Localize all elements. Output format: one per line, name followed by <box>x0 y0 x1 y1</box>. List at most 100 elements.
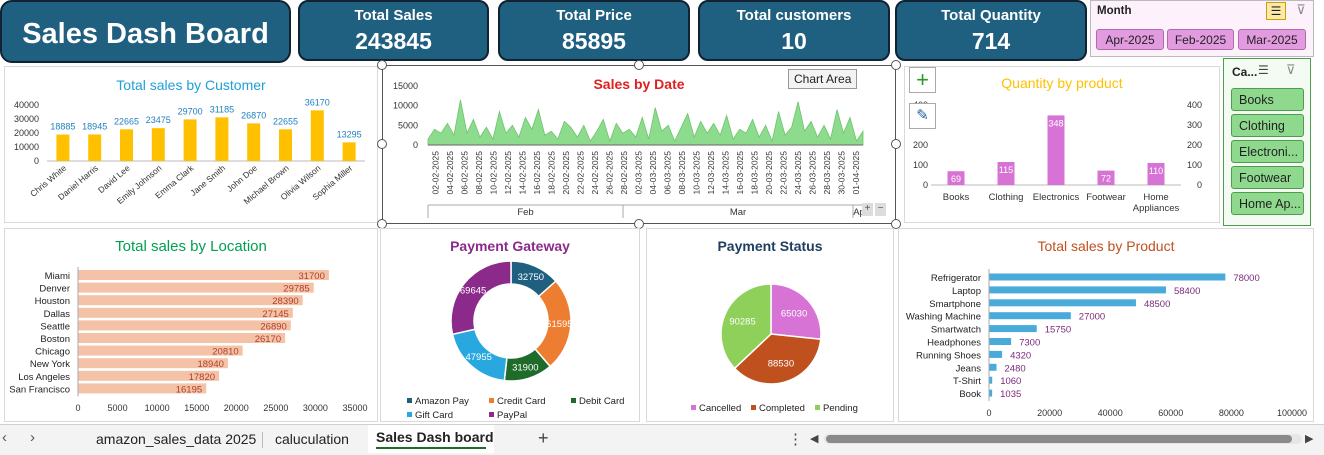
quantity-by-product-card[interactable]: Quantity by product 01002003004000100200… <box>904 66 1220 223</box>
data-label: 20810 <box>212 347 238 358</box>
x-tick-label: 0 <box>75 403 80 413</box>
month-option-mar[interactable]: Mar-2025 <box>1238 29 1306 50</box>
customer-sales-card[interactable]: Total sales by Customer 0 10000 20000 30000… <box>4 66 378 223</box>
data-label: 17820 <box>189 372 215 383</box>
category-option-home-appliances[interactable]: Home Ap... <box>1231 192 1304 215</box>
horizontal-scroll-left-icon[interactable]: ◀ <box>810 432 818 445</box>
x-tick-label: 01-04-2025 <box>851 151 861 195</box>
y-tick-label: Seattle <box>40 321 70 332</box>
chart-elements-button[interactable]: + <box>909 67 936 93</box>
bar <box>215 117 229 161</box>
y-tick-label: Miami <box>45 271 70 282</box>
y-tick-label: 10000 <box>14 142 39 152</box>
bar <box>342 142 356 161</box>
field-collapse-button[interactable]: − <box>875 203 886 216</box>
kpi-value: 85895 <box>562 28 626 54</box>
product-sales-card[interactable]: Total sales by Product Refrigerator 78000… <box>898 228 1314 422</box>
legend-swatch <box>751 405 756 410</box>
data-label: 61595 <box>546 319 572 330</box>
scroll-tabs-left-icon[interactable]: ‹ <box>2 429 7 446</box>
location-sales-card[interactable]: Total sales by Location Miami 31700 Denver… <box>4 228 378 422</box>
data-label: 26170 <box>255 334 281 345</box>
payment-status-chart: 65030 88530 90285 Cancelled Completed Pending <box>691 283 858 414</box>
x-tick-label: Electronics <box>1033 192 1080 203</box>
category-option-electronics[interactable]: Electroni... <box>1231 140 1304 163</box>
selection-handle[interactable] <box>634 60 644 70</box>
x-tick-label: 15000 <box>184 403 209 413</box>
bar <box>88 134 102 161</box>
horizontal-scroll-right-icon[interactable]: ▶ <box>1305 432 1313 445</box>
month-slicer-title: Month <box>1097 5 1132 17</box>
kpi-total-quantity: Total Quantity 714 <box>895 0 1087 61</box>
category-slicer-title: Ca... <box>1232 65 1258 79</box>
x-tick-label: 02-02-2025 <box>430 151 440 195</box>
bar <box>56 134 70 161</box>
clear-filter-icon[interactable]: ⊽ <box>1286 62 1296 78</box>
category-option-clothing[interactable]: Clothing <box>1231 114 1304 137</box>
bar <box>151 128 165 161</box>
y-tick-label: 20000 <box>14 128 39 138</box>
sheet-tab-data[interactable]: amazon_sales_data 2025 <box>96 431 256 447</box>
x-tick-label: 80000 <box>1219 408 1244 418</box>
clear-filter-icon[interactable]: ⊽ <box>1292 2 1310 20</box>
month-option-feb[interactable]: Feb-2025 <box>1167 29 1234 50</box>
data-label: 348 <box>1048 118 1063 128</box>
x-tick-label: 02-03-2025 <box>633 151 643 195</box>
x-tick-label: 06-02-2025 <box>459 151 469 195</box>
chart-area-tooltip: Chart Area <box>788 69 858 89</box>
selection-handle[interactable] <box>377 139 387 149</box>
category-option-footwear[interactable]: Footwear <box>1231 166 1304 189</box>
sales-by-date-card[interactable]: Sales by Date 0 5000 10000 15000 02-02-2025 0… <box>382 65 896 224</box>
payment-gateway-card[interactable]: Payment Gateway 32750 61595 31900 47955 6964… <box>380 228 640 422</box>
sheet-tab-calculation[interactable]: caluculation <box>275 431 349 447</box>
x-tick-label: 35000 <box>342 403 367 413</box>
y-tick-label: Dallas <box>44 309 71 320</box>
bar <box>310 110 324 161</box>
y-tick-label: Chicago <box>35 347 70 358</box>
chart-styles-button[interactable]: ✎ <box>909 103 936 129</box>
sheet-tab-dashboard-label: Sales Dash board <box>376 429 494 445</box>
selection-handle[interactable] <box>377 60 387 70</box>
data-label: 1060 <box>1000 376 1021 387</box>
data-label: 69 <box>951 174 961 184</box>
horizontal-scrollbar-thumb[interactable] <box>826 435 1292 443</box>
payment-status-card[interactable]: Payment Status 65030 88530 90285 Cancelled C… <box>646 228 894 422</box>
kpi-total-customers: Total customers 10 <box>698 0 890 61</box>
kpi-label: Total Quantity <box>941 7 1041 24</box>
data-label: 13295 <box>337 129 362 139</box>
legend-swatch <box>691 405 696 410</box>
selection-handle[interactable] <box>891 139 901 149</box>
bar <box>120 129 133 161</box>
y-tick-label: 10000 <box>393 101 418 111</box>
month-slicer: Month ☰ ⊽ Apr-2025 Feb-2025 Mar-2025 <box>1090 0 1314 57</box>
sheet-tab-dashboard[interactable]: Sales Dash board <box>368 425 494 453</box>
x-tick-label: 40000 <box>1098 408 1123 418</box>
data-label: 31700 <box>298 271 324 282</box>
x-tick-label: 28-02-2025 <box>619 151 629 195</box>
y-tick-label: Denver <box>39 284 70 295</box>
x-tick-label: 10-03-2025 <box>691 151 701 195</box>
scroll-tabs-right-icon[interactable]: › <box>30 429 35 446</box>
month-option-apr[interactable]: Apr-2025 <box>1096 29 1164 50</box>
bar <box>989 363 997 371</box>
field-expand-button[interactable]: + <box>862 203 873 216</box>
add-sheet-button[interactable]: + <box>538 428 549 449</box>
multi-select-icon[interactable]: ☰ <box>1266 2 1286 20</box>
data-label: 16195 <box>176 384 202 395</box>
x-tick-label: 18-02-2025 <box>546 151 556 195</box>
y-tick-label: Running Shoes <box>916 350 981 361</box>
x-tick-label: 60000 <box>1158 408 1183 418</box>
sales-by-date-chart: 0 5000 10000 15000 02-02-2025 04-02-2025 06-02… <box>393 81 865 218</box>
x-tick-label: 30-03-2025 <box>836 151 846 195</box>
x-tick-label: 26-03-2025 <box>807 151 817 195</box>
legend-label: Gift Card <box>415 410 453 421</box>
category-option-books[interactable]: Books <box>1231 88 1304 111</box>
more-options-icon[interactable]: ⋮ <box>788 430 803 448</box>
category-slicer: Ca... ☰ ⊽ Books Clothing Electroni... Fo… <box>1223 58 1311 226</box>
y-tick-label: T-Shirt <box>953 376 981 387</box>
area-series <box>427 99 864 146</box>
data-label: 36170 <box>305 97 330 107</box>
y-tick-label: 30000 <box>14 114 39 124</box>
selection-handle[interactable] <box>891 60 901 70</box>
multi-select-icon[interactable]: ☰ <box>1258 63 1269 77</box>
